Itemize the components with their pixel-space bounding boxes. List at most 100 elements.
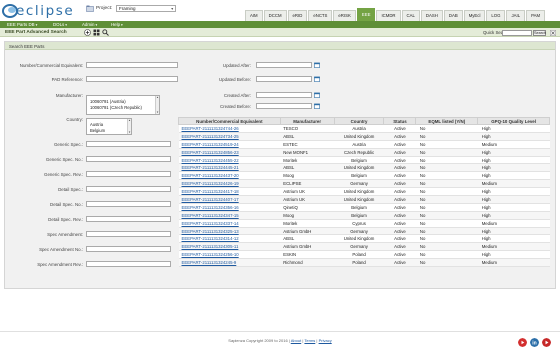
column-header-number[interactable]: Number/Commercial Equivalent <box>178 117 281 125</box>
cell-number-link[interactable]: EEEPART-2111131324407-17 <box>178 195 281 204</box>
table-row[interactable]: EEEPART-2111131324256-10 ESKIN Poland Activ… <box>178 250 550 260</box>
cell-number-link[interactable]: EEEPART-2111131324856-23 <box>178 148 281 157</box>
tab-log[interactable]: LOG <box>486 10 506 21</box>
close-icon[interactable] <box>550 29 556 36</box>
detail-spec-no-input[interactable] <box>86 201 171 207</box>
cell-number-link[interactable]: EEEPART-2111131324519-24 <box>178 140 281 149</box>
detail-spec-rev-input[interactable] <box>86 216 171 222</box>
manufacturer-listbox[interactable]: 10060791 (Austria) 10060791 (Czech Repub… <box>86 95 160 115</box>
cell-number-link[interactable]: EEEPART-2111131324437-20 <box>178 171 281 181</box>
updated-after-input[interactable] <box>256 62 312 68</box>
cell-number-link[interactable]: EEEPART-2111131324455-22 <box>178 156 281 165</box>
tab-dash[interactable]: DASH <box>420 10 443 21</box>
cell-number-link[interactable]: EEEPART-2111131324305-11 <box>178 242 281 252</box>
table-row[interactable]: EEEPART-2111131324455-22 Moritek Belgium Ac… <box>178 156 550 165</box>
country-option[interactable]: Belgium <box>87 128 131 134</box>
table-row[interactable]: EEEPART-2111131324314-12 ABSL United Kingd… <box>178 234 550 244</box>
cell-number-link[interactable]: EEEPART-2111131324356-16 <box>178 203 281 212</box>
tab-cal[interactable]: CAL <box>401 10 420 21</box>
table-row[interactable]: EEEPART-2111131324347-15 Moog Belgium Activ… <box>178 211 550 220</box>
menu-admin[interactable]: Admin▾ <box>82 21 97 28</box>
number-input[interactable] <box>86 62 178 68</box>
generic-spec-rev-input[interactable] <box>86 171 171 177</box>
table-row[interactable]: EEEPART-2111131324856-23 New MONF1 Czech R… <box>178 148 550 157</box>
tab-encts[interactable]: eNCTS <box>308 10 333 21</box>
column-header-status[interactable]: Status <box>383 117 417 125</box>
created-before-input[interactable] <box>256 103 312 109</box>
tab-erisk[interactable]: eRISK <box>333 10 356 21</box>
tab-aim[interactable]: AIM <box>245 10 263 21</box>
table-row[interactable]: EEEPART-2111131324407-17 Astrium UK United… <box>178 195 550 204</box>
linkedin-icon[interactable]: in <box>530 338 539 347</box>
tab-pam[interactable]: PAM <box>526 10 546 21</box>
terms-link[interactable]: Terms <box>304 338 315 343</box>
add-icon[interactable] <box>84 29 91 36</box>
calendar-icon[interactable] <box>314 76 320 82</box>
manufacturer-option[interactable]: 10060791 (Czech Republic) <box>87 105 159 111</box>
updated-before-input[interactable] <box>256 76 312 82</box>
about-link[interactable]: About <box>291 338 301 343</box>
cell-number-link[interactable]: EEEPART-2111131324445-21 <box>178 163 281 173</box>
menu-dols[interactable]: DOLs▾ <box>53 21 67 28</box>
tab-dab[interactable]: DAB <box>443 10 463 21</box>
tab-erid[interactable]: eRID <box>287 10 308 21</box>
menu-eee-parts-db[interactable]: EEE Parts DB▾ <box>7 21 37 28</box>
tab-jail[interactable]: JAIL <box>506 10 526 21</box>
quick-search-input[interactable] <box>502 29 532 36</box>
scroll-down-icon[interactable]: ▼ <box>128 131 131 134</box>
column-header-eqml[interactable]: EQML listed (Y/N) <box>415 117 479 125</box>
play-icon[interactable] <box>542 338 551 347</box>
calendar-icon[interactable] <box>314 103 320 109</box>
spec-amendment-input[interactable] <box>86 231 171 237</box>
table-row[interactable]: EEEPART-2111131324305-11 Astrium GmbH Germ… <box>178 242 550 252</box>
country-listbox[interactable]: Austria Belgium ▲ ▼ <box>86 118 132 135</box>
quick-search-button[interactable]: Search <box>533 29 546 36</box>
generic-spec-input[interactable] <box>86 141 171 147</box>
cell-number-link[interactable]: EEEPART-2111131324734-25 <box>178 132 281 141</box>
generic-spec-no-input[interactable] <box>86 156 171 162</box>
column-header-quality-level[interactable]: GPQ-10 Quality Level <box>477 117 550 125</box>
table-row[interactable]: EEEPART-2111131324744-26 TESCO Austria Acti… <box>178 124 550 133</box>
cell-number-link[interactable]: EEEPART-2111131324245-9 <box>178 258 281 268</box>
cell-number-link[interactable]: EEEPART-2111131324325-13 <box>178 227 281 236</box>
search-icon[interactable] <box>102 29 109 36</box>
scroll-up-icon[interactable]: ▲ <box>156 96 159 99</box>
scroll-up-icon[interactable]: ▲ <box>128 119 131 122</box>
grid-view-icon[interactable] <box>93 29 100 36</box>
menu-help[interactable]: Help▾ <box>111 21 123 28</box>
eclipse-logo[interactable]: eclipse <box>2 2 76 19</box>
cell-number-link[interactable]: EEEPART-2111131324314-12 <box>178 234 281 244</box>
cell-number-link[interactable]: EEEPART-2111131324347-15 <box>178 211 281 220</box>
column-header-manufacturer[interactable]: Manufacturer <box>279 117 335 125</box>
table-row[interactable]: EEEPART-2111131324426-19 ECLIPSE Germany Ac… <box>178 179 550 189</box>
table-row[interactable]: EEEPART-2111131324519-24 ESTEC Austria Acti… <box>178 140 550 149</box>
youtube-icon[interactable] <box>518 338 527 347</box>
privacy-link[interactable]: Privacy <box>319 338 332 343</box>
scroll-down-icon[interactable]: ▼ <box>156 111 159 114</box>
tab-dccm[interactable]: DCCM <box>263 10 287 21</box>
cell-number-link[interactable]: EEEPART-2111131324744-26 <box>178 124 281 133</box>
cell-number-link[interactable]: EEEPART-2111131324417-18 <box>178 187 281 197</box>
detail-spec-input[interactable] <box>86 186 171 192</box>
table-row[interactable]: EEEPART-2111131324437-20 Moog Belgium Activ… <box>178 171 550 181</box>
tab-icmdr[interactable]: ICMDR <box>376 10 401 21</box>
project-select[interactable]: Framing ▼ <box>116 5 176 12</box>
country-scrollbar[interactable]: ▲ ▼ <box>127 119 131 134</box>
pad-reference-input[interactable] <box>86 76 178 82</box>
table-row[interactable]: EEEPART-2111131324337-14 Moritek Cyprus Act… <box>178 219 550 228</box>
table-row[interactable]: EEEPART-2111131324734-25 ABSL United Kingd… <box>178 132 550 141</box>
cell-number-link[interactable]: EEEPART-2111131324426-19 <box>178 179 281 189</box>
spec-amendment-rev-input[interactable] <box>86 261 171 267</box>
tab-eee[interactable]: EEE <box>356 8 376 21</box>
created-after-input[interactable] <box>256 92 312 98</box>
manufacturer-scrollbar[interactable]: ▲ ▼ <box>155 96 159 114</box>
cell-number-link[interactable]: EEEPART-2111131324256-10 <box>178 250 281 260</box>
table-row[interactable]: EEEPART-2111131324356-16 QinetiQ Belgium Ac… <box>178 203 550 212</box>
table-row[interactable]: EEEPART-2111131324445-21 ABSL United Kingd… <box>178 163 550 173</box>
calendar-icon[interactable] <box>314 92 320 98</box>
spec-amendment-no-input[interactable] <box>86 246 171 252</box>
tab-myecl[interactable]: MyEcl <box>463 10 486 21</box>
calendar-icon[interactable] <box>314 62 320 68</box>
cell-number-link[interactable]: EEEPART-2111131324337-14 <box>178 219 281 228</box>
table-row[interactable]: EEEPART-2111131324417-18 Astrium UK United… <box>178 187 550 197</box>
